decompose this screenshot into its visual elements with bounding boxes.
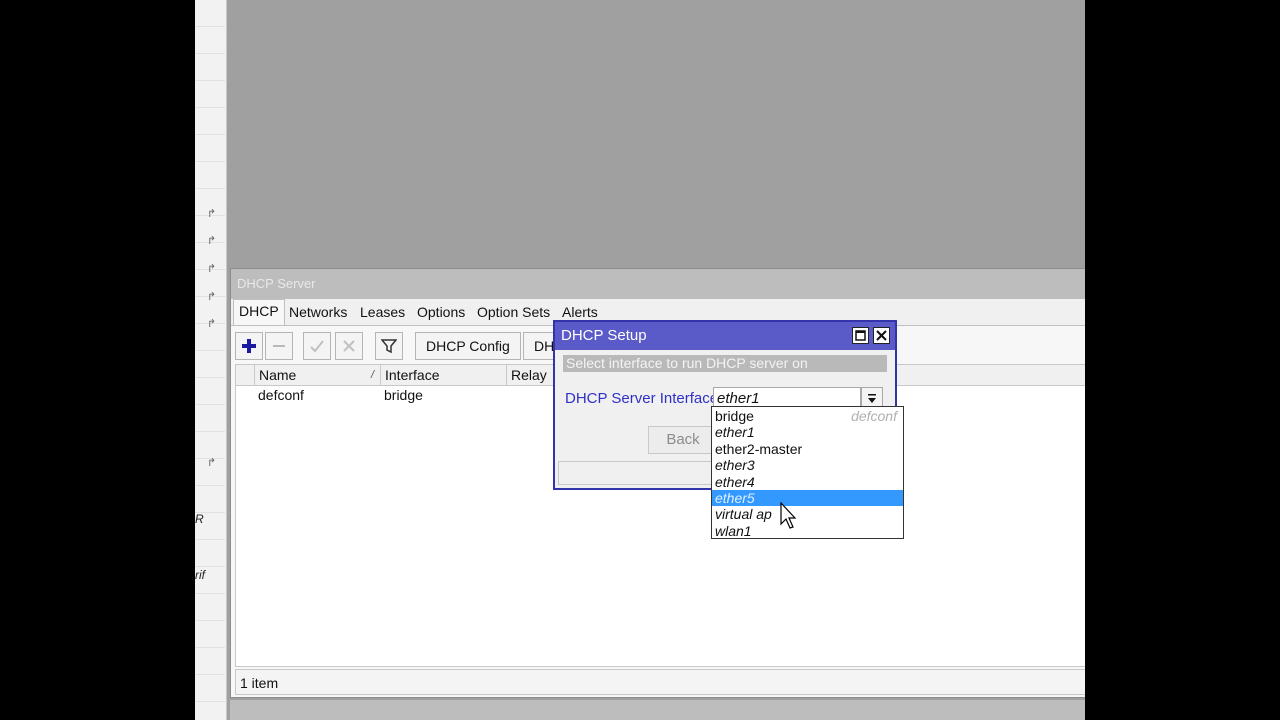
- cell-interface: bridge: [384, 387, 423, 403]
- tab-dhcp[interactable]: DHCP: [233, 299, 285, 326]
- interface-dropdown-list: bridge defconf ether1 ether2-master ethe…: [711, 406, 904, 539]
- cell-name: defconf: [258, 387, 304, 403]
- truncated-text: rif: [195, 568, 205, 582]
- add-button[interactable]: [235, 332, 263, 360]
- enable-button[interactable]: [303, 332, 331, 360]
- tab-options[interactable]: Options: [412, 301, 470, 325]
- option-comment: defconf: [851, 408, 897, 424]
- list-row[interactable]: [195, 135, 225, 162]
- disable-button[interactable]: [335, 332, 363, 360]
- mouse-cursor-icon: [780, 502, 796, 529]
- dialog-title: DHCP Setup: [561, 327, 647, 344]
- flag-icon: ↱: [207, 263, 217, 275]
- list-row[interactable]: [195, 540, 225, 567]
- dropdown-option-virtual-ap[interactable]: virtual ap: [712, 506, 903, 522]
- close-icon: [876, 330, 887, 341]
- window-title[interactable]: DHCP Server: [231, 269, 1085, 299]
- minus-icon: [273, 345, 285, 347]
- list-row[interactable]: [195, 486, 225, 513]
- flag-icon: ↱: [207, 318, 217, 330]
- cross-icon: [343, 340, 355, 352]
- dialog-title-bar[interactable]: DHCP Setup: [555, 322, 895, 350]
- list-row[interactable]: [195, 675, 225, 702]
- dhcp-config-button[interactable]: DHCP Config: [415, 332, 521, 360]
- next-window-edge: [230, 700, 1085, 720]
- filter-button[interactable]: [375, 332, 403, 360]
- flag-icon: ↱: [207, 235, 217, 247]
- instruction-text: Select interface to run DHCP server on: [563, 355, 887, 372]
- list-row[interactable]: [195, 351, 225, 378]
- list-row[interactable]: [195, 405, 225, 432]
- plus-icon: [242, 339, 256, 353]
- list-row[interactable]: [195, 27, 225, 54]
- tab-networks[interactable]: Networks: [284, 301, 352, 325]
- chevron-down-icon: [868, 393, 876, 403]
- list-row[interactable]: [195, 648, 225, 675]
- dropdown-option-ether5[interactable]: ether5: [712, 490, 903, 507]
- dropdown-option-bridge[interactable]: bridge defconf: [712, 408, 903, 424]
- column-header-name[interactable]: Name /: [254, 365, 380, 386]
- maximize-button[interactable]: [852, 327, 869, 344]
- list-row[interactable]: [195, 621, 225, 648]
- list-row[interactable]: [195, 54, 225, 81]
- flag-icon: ↱: [207, 291, 217, 303]
- remove-button[interactable]: [265, 332, 293, 360]
- column-header-interface[interactable]: Interface: [380, 365, 506, 386]
- dropdown-option-ether4[interactable]: ether4: [712, 474, 903, 490]
- flag-icon: ↱: [207, 457, 217, 469]
- truncated-text: R: [195, 512, 204, 526]
- dropdown-option-ether3[interactable]: ether3: [712, 457, 903, 473]
- tab-option-sets[interactable]: Option Sets: [472, 301, 555, 325]
- tab-leases[interactable]: Leases: [355, 301, 410, 325]
- dialog-status-bar: [558, 461, 714, 485]
- list-row[interactable]: [195, 0, 225, 27]
- status-bar: 1 item: [235, 669, 1085, 695]
- list-row[interactable]: [195, 108, 225, 135]
- flag-icon: ↱: [207, 208, 217, 220]
- list-row[interactable]: [195, 162, 225, 189]
- list-row[interactable]: [195, 432, 225, 459]
- list-row[interactable]: [195, 594, 225, 621]
- list-row[interactable]: [195, 378, 225, 405]
- interface-label: DHCP Server Interface:: [565, 390, 723, 407]
- sort-indicator: /: [370, 369, 374, 381]
- dropdown-option-ether1[interactable]: ether1: [712, 424, 903, 440]
- dropdown-option-ether2-master[interactable]: ether2-master: [712, 441, 903, 457]
- dropdown-option-wlan1[interactable]: wlan1: [712, 523, 903, 539]
- check-icon: [310, 340, 324, 353]
- maximize-icon: [855, 330, 866, 341]
- background-window-list: ↱ ↱ ↱ ↱ ↱ ↱ R rif: [195, 0, 227, 720]
- back-button[interactable]: Back: [648, 426, 718, 454]
- close-button[interactable]: [873, 327, 890, 344]
- list-row[interactable]: [195, 81, 225, 108]
- filter-icon: [381, 339, 397, 354]
